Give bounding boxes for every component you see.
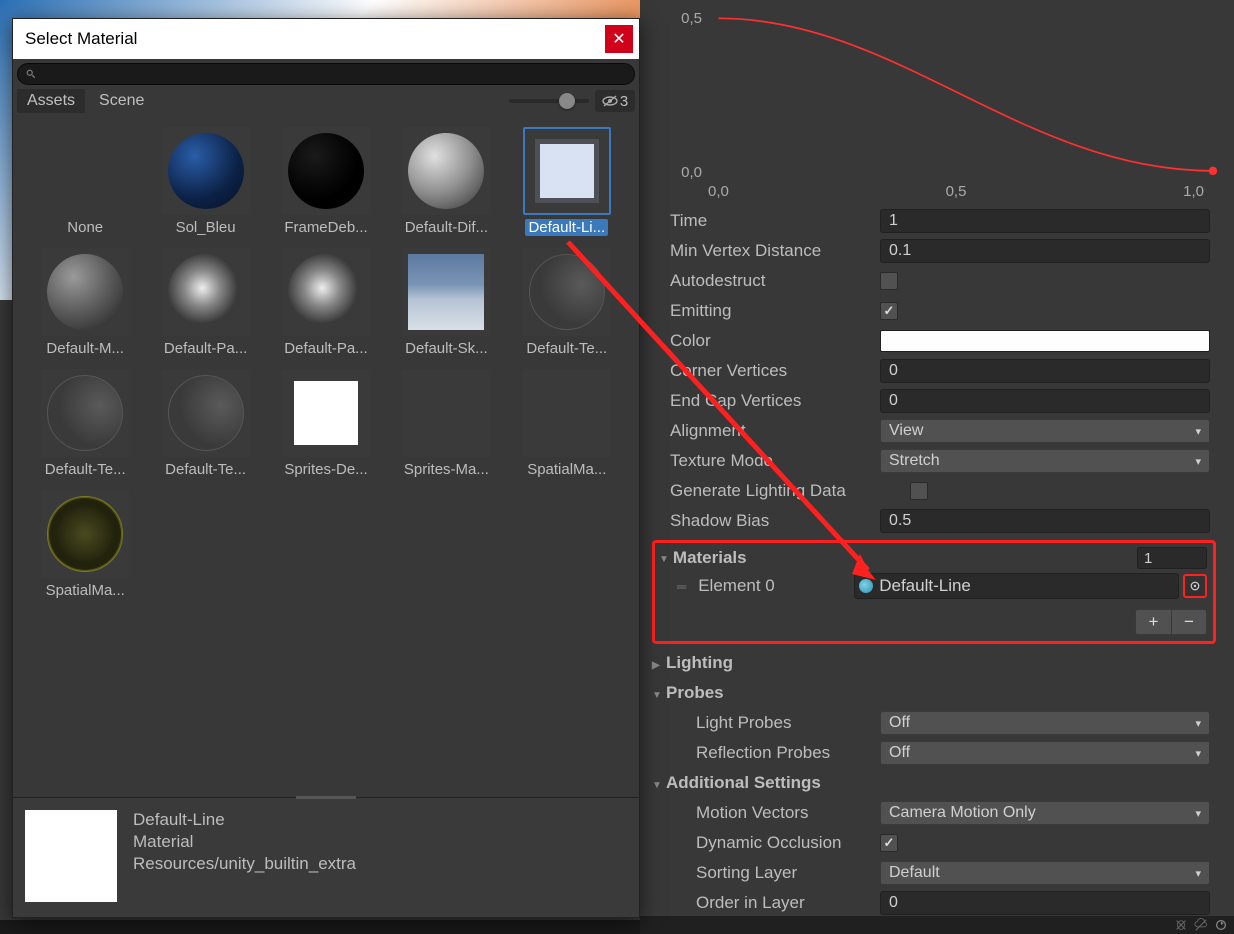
status-bar — [640, 916, 1234, 934]
texture-mode-label: Texture Mode — [670, 451, 880, 471]
materials-section-highlight: Materials ═ Element 0 Default-Line + − — [652, 540, 1216, 644]
order-in-layer-label: Order in Layer — [696, 893, 880, 913]
reflection-probes-select[interactable]: Off — [880, 741, 1210, 765]
preview-type: Material — [133, 832, 356, 852]
generate-lighting-data-label: Generate Lighting Data — [670, 481, 910, 501]
grid-item[interactable]: FrameDeb... — [266, 127, 386, 236]
element-label: Element 0 — [698, 576, 854, 596]
generate-lighting-data-checkbox[interactable] — [910, 482, 928, 500]
object-picker-button[interactable] — [1183, 574, 1207, 598]
sorting-layer-select[interactable]: Default — [880, 861, 1210, 885]
materials-header[interactable]: Materials — [657, 547, 1207, 569]
sorting-layer-label: Sorting Layer — [696, 863, 880, 883]
grid-item[interactable]: Default-Pa... — [145, 248, 265, 357]
inspector-panel: 0,5 0,0 0,0 0,5 1,0 Time1 Min Vertex Dis… — [648, 0, 1234, 916]
grid-item[interactable]: Default-Pa... — [266, 248, 386, 357]
corner-vertices-label: Corner Vertices — [670, 361, 880, 381]
texture-mode-select[interactable]: Stretch — [880, 449, 1210, 473]
order-in-layer-field[interactable]: 0 — [880, 891, 1210, 915]
alignment-label: Alignment — [670, 421, 880, 441]
grid-item[interactable]: Sol_Bleu — [145, 127, 265, 236]
visibility-toggle[interactable]: 3 — [595, 90, 635, 112]
search-input[interactable] — [17, 63, 635, 85]
motion-vectors-select[interactable]: Camera Motion Only — [880, 801, 1210, 825]
time-field[interactable]: 1 — [880, 209, 1210, 233]
material-grid: None Sol_Bleu FrameDeb... Default-Dif...… — [13, 115, 639, 615]
probes-header[interactable]: Probes — [648, 678, 1234, 708]
tab-assets[interactable]: Assets — [17, 89, 85, 113]
lighting-header[interactable]: Lighting — [648, 648, 1234, 678]
dynamic-occlusion-checkbox[interactable] — [880, 834, 898, 852]
chevron-right-icon — [652, 653, 666, 673]
grid-item[interactable]: Sprites-De... — [266, 369, 386, 478]
emitting-checkbox[interactable] — [880, 302, 898, 320]
eye-off-icon — [602, 95, 618, 107]
color-label: Color — [670, 331, 880, 351]
light-probes-select[interactable]: Off — [880, 711, 1210, 735]
drag-handle-icon[interactable]: ═ — [677, 579, 686, 594]
materials-size-field[interactable] — [1137, 547, 1207, 569]
chevron-down-icon — [652, 683, 666, 703]
preview-info: Default-Line Material Resources/unity_bu… — [133, 810, 356, 905]
search-icon — [26, 69, 36, 79]
refresh-icon[interactable] — [1214, 918, 1228, 932]
grid-item[interactable]: Default-Te... — [507, 248, 627, 357]
grid-item-selected[interactable]: Default-Li... — [507, 127, 627, 236]
zoom-slider[interactable] — [509, 99, 589, 103]
add-button[interactable]: + — [1135, 609, 1171, 635]
grid-item[interactable]: SpatialMa... — [507, 369, 627, 478]
preview-path: Resources/unity_builtin_extra — [133, 854, 356, 874]
bug-icon[interactable] — [1174, 918, 1188, 932]
preview-name: Default-Line — [133, 810, 356, 830]
close-button[interactable]: ✕ — [605, 25, 633, 53]
material-icon — [859, 579, 873, 593]
materials-element-row: ═ Element 0 Default-Line — [657, 569, 1207, 603]
curve-editor[interactable]: 0,5 0,0 — [648, 0, 1234, 205]
light-probes-label: Light Probes — [696, 713, 880, 733]
motion-vectors-label: Motion Vectors — [696, 803, 880, 823]
grid-item-none[interactable]: None — [25, 127, 145, 236]
end-cap-vertices-field[interactable]: 0 — [880, 389, 1210, 413]
popup-title: Select Material — [25, 29, 137, 49]
min-vertex-distance-label: Min Vertex Distance — [670, 241, 880, 261]
grid-item[interactable]: Default-Dif... — [386, 127, 506, 236]
shadow-bias-field[interactable]: 0.5 — [880, 509, 1210, 533]
popup-titlebar[interactable]: Select Material ✕ — [13, 19, 639, 59]
tab-scene[interactable]: Scene — [89, 89, 154, 113]
cloud-off-icon[interactable] — [1194, 918, 1208, 932]
reflection-probes-label: Reflection Probes — [696, 743, 880, 763]
curve-svg — [708, 0, 1234, 205]
emitting-label: Emitting — [670, 301, 880, 321]
grid-item[interactable]: Default-Te... — [145, 369, 265, 478]
grid-item[interactable]: Sprites-Ma... — [386, 369, 506, 478]
select-material-popup: Select Material ✕ Assets Scene 3 None So… — [12, 18, 640, 918]
color-field[interactable] — [880, 330, 1210, 352]
autodestruct-checkbox[interactable] — [880, 272, 898, 290]
preview-bar: Default-Line Material Resources/unity_bu… — [13, 797, 639, 917]
alignment-select[interactable]: View — [880, 419, 1210, 443]
min-vertex-distance-field[interactable]: 0.1 — [880, 239, 1210, 263]
dynamic-occlusion-label: Dynamic Occlusion — [696, 833, 880, 853]
additional-settings-header[interactable]: Additional Settings — [648, 768, 1234, 798]
grid-item[interactable]: Default-Sk... — [386, 248, 506, 357]
end-cap-vertices-label: End Cap Vertices — [670, 391, 880, 411]
remove-button[interactable]: − — [1171, 609, 1207, 635]
grid-item[interactable]: Default-M... — [25, 248, 145, 357]
material-slot[interactable]: Default-Line — [854, 573, 1179, 599]
tab-row: Assets Scene 3 — [13, 87, 639, 115]
grid-item[interactable]: SpatialMa... — [25, 490, 145, 599]
autodestruct-label: Autodestruct — [670, 271, 880, 291]
chevron-down-icon — [652, 773, 666, 793]
preview-thumbnail — [25, 810, 117, 902]
zoom-thumb[interactable] — [559, 93, 575, 109]
corner-vertices-field[interactable]: 0 — [880, 359, 1210, 383]
chevron-down-icon — [659, 549, 669, 567]
shadow-bias-label: Shadow Bias — [670, 511, 880, 531]
time-label: Time — [670, 211, 880, 231]
grid-item[interactable]: Default-Te... — [25, 369, 145, 478]
